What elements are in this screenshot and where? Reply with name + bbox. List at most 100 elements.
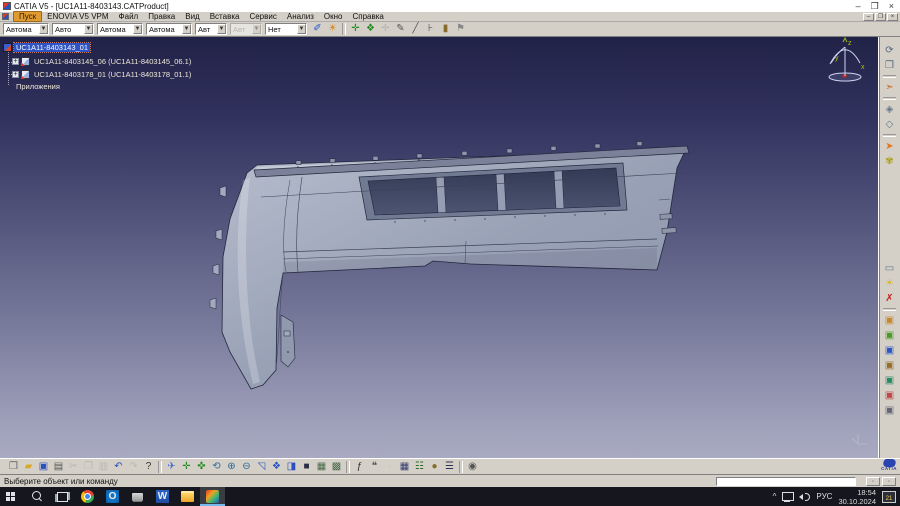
start-button-icon[interactable] bbox=[0, 487, 25, 506]
menu-tools[interactable]: Сервис bbox=[244, 12, 281, 21]
design-table-icon[interactable]: ▦ bbox=[397, 460, 412, 474]
filter-icon[interactable]: ⚑ bbox=[453, 22, 468, 36]
shaded-view-icon[interactable]: ■ bbox=[299, 460, 314, 474]
new-icon[interactable]: ❒ bbox=[6, 460, 21, 474]
tree-expander-icon[interactable]: + bbox=[12, 71, 19, 78]
catalog-red-icon[interactable]: ▣ bbox=[882, 388, 897, 403]
wireframe-view-icon[interactable]: ▦ bbox=[314, 460, 329, 474]
linetype-combo[interactable]: Автома▼ bbox=[97, 23, 143, 35]
child-minimize-button[interactable]: – bbox=[863, 13, 874, 21]
point-combo[interactable]: Авт▼ bbox=[195, 23, 227, 35]
measure-item-icon[interactable]: ✎ bbox=[393, 22, 408, 36]
iso-view-icon[interactable]: ◨ bbox=[284, 460, 299, 474]
redo-icon[interactable]: ↷ bbox=[126, 460, 141, 474]
undo-icon[interactable]: ↶ bbox=[111, 460, 126, 474]
clock[interactable]: 18:54 30.10.2024 bbox=[838, 488, 876, 506]
open-icon[interactable]: ▰ bbox=[21, 460, 36, 474]
child-close-button[interactable]: × bbox=[887, 13, 898, 21]
paste-icon[interactable]: ▥ bbox=[96, 460, 111, 474]
part-icon[interactable] bbox=[21, 70, 30, 79]
search-icon[interactable] bbox=[25, 487, 50, 506]
menu-enovia[interactable]: ENOVIA V5 VPM bbox=[42, 12, 113, 21]
measure-between-icon[interactable]: ╱ bbox=[408, 22, 423, 36]
tree-node-child[interactable]: UC1A11-8403145_06 (UC1A11-8403145_06.1) bbox=[32, 57, 193, 66]
product-root-icon[interactable] bbox=[3, 43, 12, 52]
rotate-icon[interactable]: ⟲ bbox=[209, 460, 224, 474]
zoom-out-icon[interactable]: ⊖ bbox=[239, 460, 254, 474]
menu-window[interactable]: Окно bbox=[319, 12, 348, 21]
layer-combo[interactable]: Нет▼ bbox=[265, 23, 307, 35]
catalog-blue-icon[interactable]: ▣ bbox=[882, 343, 897, 358]
minimize-button[interactable]: – bbox=[856, 2, 861, 11]
update-icon[interactable]: ⟳ bbox=[882, 43, 897, 58]
snap-off-icon[interactable]: ✛ bbox=[378, 22, 393, 36]
compass[interactable]: z x y bbox=[829, 38, 865, 81]
tree-node-root[interactable]: UC1A11-8403143_01 bbox=[14, 43, 90, 52]
menu-file[interactable]: Файл bbox=[114, 12, 144, 21]
render-style-icon[interactable]: ▩ bbox=[329, 460, 344, 474]
fly-mode-icon[interactable]: ✈ bbox=[164, 460, 179, 474]
menu-analyze[interactable]: Анализ bbox=[282, 12, 319, 21]
chrome-icon[interactable] bbox=[75, 487, 100, 506]
cut-icon[interactable]: ✂ bbox=[66, 460, 81, 474]
tree-expander-icon[interactable]: + bbox=[12, 58, 19, 65]
help-icon[interactable]: ? bbox=[141, 460, 156, 474]
smart-pick-icon[interactable]: ✾ bbox=[882, 154, 897, 169]
pan-icon[interactable]: ✜ bbox=[194, 460, 209, 474]
no-show-icon[interactable]: ✗ bbox=[882, 291, 897, 306]
product-graph-icon[interactable]: ❐ bbox=[882, 58, 897, 73]
catalog-orange-icon[interactable]: ▣ bbox=[882, 313, 897, 328]
file-explorer-icon[interactable] bbox=[175, 487, 200, 506]
language-indicator[interactable]: РУС bbox=[816, 492, 832, 501]
outlook-icon[interactable]: O bbox=[100, 487, 125, 506]
opacity-combo[interactable]: Авто▼ bbox=[52, 23, 94, 35]
task-view-icon[interactable] bbox=[50, 487, 75, 506]
lock-icon[interactable]: ● bbox=[427, 460, 442, 474]
normal-view-icon[interactable]: ◹ bbox=[254, 460, 269, 474]
copy-graphic-props-icon[interactable]: ✐ bbox=[310, 22, 325, 36]
tray-chevron-icon[interactable]: ^ bbox=[773, 492, 777, 501]
child-restore-button[interactable]: ❐ bbox=[875, 13, 886, 21]
catalog-gray-icon[interactable]: ▣ bbox=[882, 403, 897, 418]
structure-tree-icon[interactable]: ☷ bbox=[412, 460, 427, 474]
status-button-1[interactable]: ▫ bbox=[866, 477, 880, 486]
hide-show-bulb-icon[interactable]: ☀ bbox=[882, 276, 897, 291]
look-at-icon[interactable]: ▭ bbox=[882, 261, 897, 276]
formula-icon[interactable]: ƒ bbox=[352, 460, 367, 474]
menu-start[interactable]: Пуск bbox=[13, 11, 42, 22]
catalog-green-icon[interactable]: ▣ bbox=[882, 328, 897, 343]
print-icon[interactable]: ▤ bbox=[51, 460, 66, 474]
save-icon[interactable]: ▣ bbox=[36, 460, 51, 474]
list-icon[interactable]: ☰ bbox=[442, 460, 457, 474]
catalog-brown-icon[interactable]: ▣ bbox=[882, 358, 897, 373]
thickness-combo[interactable]: Автома▼ bbox=[146, 23, 192, 35]
select-pointer-icon[interactable]: ➤ bbox=[882, 139, 897, 154]
color-combo[interactable]: Автома▼ bbox=[3, 23, 49, 35]
publish-icon[interactable]: ➣ bbox=[882, 80, 897, 95]
volume-icon[interactable] bbox=[799, 492, 810, 502]
space-analysis-icon[interactable]: ◈ bbox=[882, 102, 897, 117]
menu-help[interactable]: Справка bbox=[347, 12, 388, 21]
reframe-icon[interactable]: ✛ bbox=[348, 22, 363, 36]
fit-all-icon[interactable]: ✛ bbox=[179, 460, 194, 474]
network-icon[interactable] bbox=[782, 492, 793, 502]
annotation-icon[interactable]: ▮ bbox=[438, 22, 453, 36]
model-part[interactable] bbox=[210, 142, 689, 389]
tray-app-icon[interactable]: 21 bbox=[882, 491, 896, 503]
word-icon[interactable]: W bbox=[150, 487, 175, 506]
catalog-teal-icon[interactable]: ▣ bbox=[882, 373, 897, 388]
render-light-icon[interactable]: ☀ bbox=[325, 22, 340, 36]
centered-view-icon[interactable]: ❖ bbox=[363, 22, 378, 36]
tree-node-applications[interactable]: Приложения bbox=[14, 82, 62, 91]
copy-icon[interactable]: ❐ bbox=[81, 460, 96, 474]
menu-insert[interactable]: Вставка bbox=[205, 12, 245, 21]
status-button-2[interactable]: ▫ bbox=[882, 477, 896, 486]
menu-view[interactable]: Вид bbox=[180, 12, 204, 21]
tree-node-child[interactable]: UC1A11-8403178_01 (UC1A11-8403178_01.1) bbox=[32, 70, 193, 79]
knowledge-icon[interactable]: · bbox=[382, 460, 397, 474]
chat-icon[interactable]: ❝ bbox=[367, 460, 382, 474]
clash-check-icon[interactable]: ◇ bbox=[882, 117, 897, 132]
close-button[interactable]: × bbox=[889, 2, 894, 11]
restore-button[interactable]: ❐ bbox=[871, 2, 879, 11]
power-input[interactable] bbox=[716, 477, 856, 486]
